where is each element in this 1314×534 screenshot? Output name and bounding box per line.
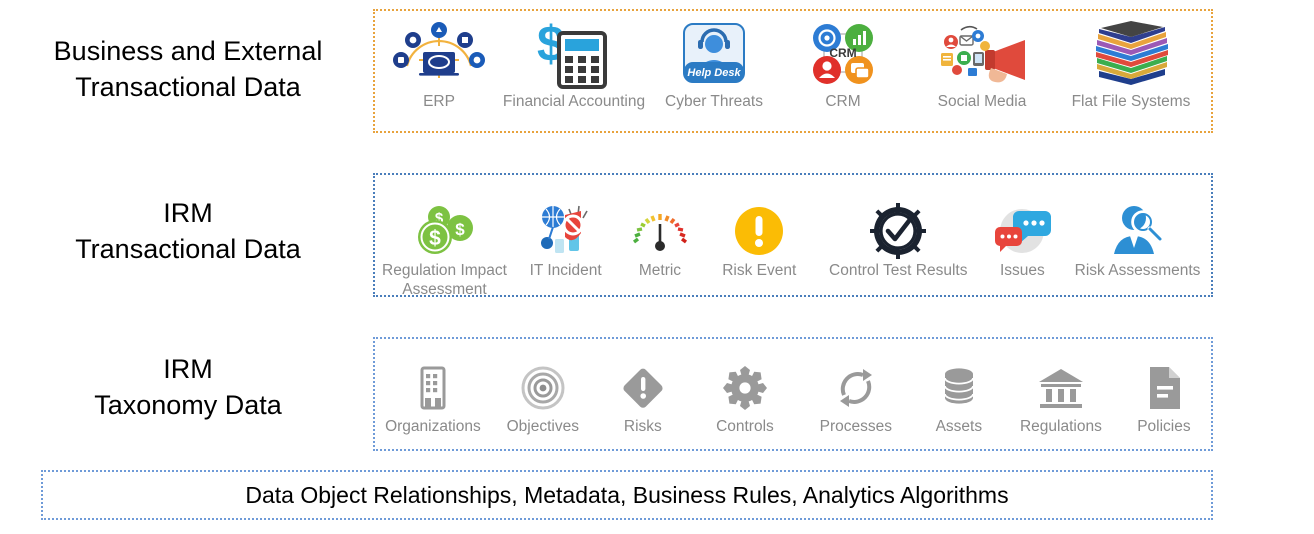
- building-icon: [412, 361, 454, 415]
- dollar-coins-icon: $ $ $: [413, 203, 477, 259]
- item-it-incident[interactable]: IT Incident: [514, 203, 617, 281]
- item-label: Processes: [819, 418, 892, 435]
- item-label: IT Incident: [529, 262, 602, 279]
- panel-business-external-transactional-data: ERP $ Financial Accounting Help Desk Cyb…: [373, 9, 1213, 133]
- item-label: ERP: [423, 93, 455, 110]
- item-cyber-threats[interactable]: Help Desk Cyber Threats: [650, 16, 778, 112]
- item-processes[interactable]: Processes: [799, 361, 913, 437]
- target-rings-icon: [520, 361, 566, 415]
- megaphone-social-icon: [933, 16, 1031, 90]
- item-label: Cyber Threats: [665, 93, 763, 110]
- item-list-row-3: Organizations Objectives Risks Controls …: [375, 339, 1211, 449]
- row-label-irm-transactional-data: IRM Transactional Data: [75, 198, 301, 264]
- item-financial-accounting[interactable]: $ Financial Accounting: [498, 16, 650, 112]
- item-policies[interactable]: Policies: [1117, 361, 1211, 437]
- crm-quadrant-icon: CRM: [808, 16, 878, 90]
- gear-checkmark-icon: [870, 203, 927, 259]
- item-label: Organizations: [385, 418, 481, 435]
- item-regulation-impact-assessment[interactable]: $ $ $ Regulation Impact Assessment: [375, 203, 514, 300]
- item-label: Financial Accounting: [502, 93, 646, 110]
- shield-block-network-icon: [535, 203, 597, 259]
- footer-text: Data Object Relationships, Metadata, Bus…: [245, 481, 1009, 508]
- item-label: Assets: [935, 418, 983, 435]
- item-label: Social Media: [937, 93, 1027, 110]
- refresh-cycle-icon: [833, 361, 879, 415]
- item-assets[interactable]: Assets: [913, 361, 1005, 437]
- row-label-business-external-transactional-data: Business and External Transactional Data: [53, 36, 323, 102]
- item-regulations[interactable]: Regulations: [1005, 361, 1117, 437]
- item-label: Flat File Systems: [1071, 93, 1191, 110]
- item-risks[interactable]: Risks: [595, 361, 691, 437]
- item-label: Metric: [638, 262, 682, 279]
- svg-text:CRM: CRM: [829, 46, 856, 60]
- item-label: Regulation Impact Assessment: [382, 262, 507, 298]
- exclamation-circle-icon: [732, 203, 786, 259]
- svg-text:Help Desk: Help Desk: [687, 67, 741, 79]
- item-label: Risks: [623, 418, 662, 435]
- item-label: Regulations: [1019, 418, 1102, 435]
- item-label: Controls: [716, 418, 774, 435]
- item-risk-assessments[interactable]: Risk Assessments: [1064, 203, 1211, 281]
- item-label: Risk Event: [722, 262, 797, 279]
- gear-icon: [721, 361, 769, 415]
- item-flat-file-systems[interactable]: Flat File Systems: [1056, 16, 1206, 112]
- item-label: CRM: [825, 93, 861, 110]
- document-lines-icon: [1144, 361, 1184, 415]
- panel-irm-transactional-data: $ $ $ Regulation Impact Assessment IT In…: [373, 173, 1213, 298]
- chat-bubbles-icon: [993, 203, 1052, 259]
- item-erp[interactable]: ERP: [380, 16, 498, 112]
- person-magnifier-icon: [1110, 203, 1166, 259]
- calculator-dollar-icon: $: [531, 16, 617, 90]
- item-organizations[interactable]: Organizations: [375, 361, 491, 437]
- item-objectives[interactable]: Objectives: [491, 361, 595, 437]
- diamond-exclamation-icon: [619, 361, 667, 415]
- database-stack-icon: [939, 361, 979, 415]
- item-risk-event[interactable]: Risk Event: [703, 203, 816, 281]
- bank-columns-icon: [1037, 361, 1085, 415]
- item-label: Issues: [999, 262, 1045, 279]
- item-list-row-2: $ $ $ Regulation Impact Assessment IT In…: [375, 175, 1211, 298]
- item-label: Risk Assessments: [1074, 262, 1201, 279]
- item-issues[interactable]: Issues: [981, 203, 1064, 281]
- item-label: Objectives: [506, 418, 579, 435]
- svg-text:$: $: [429, 227, 441, 250]
- help-desk-agent-icon: Help Desk: [682, 16, 746, 90]
- item-metric[interactable]: Metric: [617, 203, 702, 281]
- svg-text:$: $: [455, 220, 465, 239]
- item-list-row-1: ERP $ Financial Accounting Help Desk Cyb…: [375, 11, 1211, 131]
- item-social-media[interactable]: Social Media: [908, 16, 1056, 112]
- row-label-irm-taxonomy-data: IRM Taxonomy Data: [94, 354, 282, 420]
- item-label: Policies: [1137, 418, 1191, 435]
- diagram-canvas: Business and External Transactional Data: [0, 0, 1314, 534]
- item-crm[interactable]: CRM CRM: [778, 16, 908, 112]
- item-controls[interactable]: Controls: [691, 361, 799, 437]
- panel-irm-taxonomy-data: Organizations Objectives Risks Controls …: [373, 337, 1213, 451]
- item-control-test-results[interactable]: Control Test Results: [816, 203, 981, 281]
- gauge-meter-icon: [629, 203, 691, 259]
- item-label: Control Test Results: [829, 262, 968, 279]
- footer-band: Data Object Relationships, Metadata, Bus…: [41, 470, 1213, 520]
- stacked-files-icon: [1085, 16, 1177, 90]
- erp-network-icon: [391, 16, 487, 90]
